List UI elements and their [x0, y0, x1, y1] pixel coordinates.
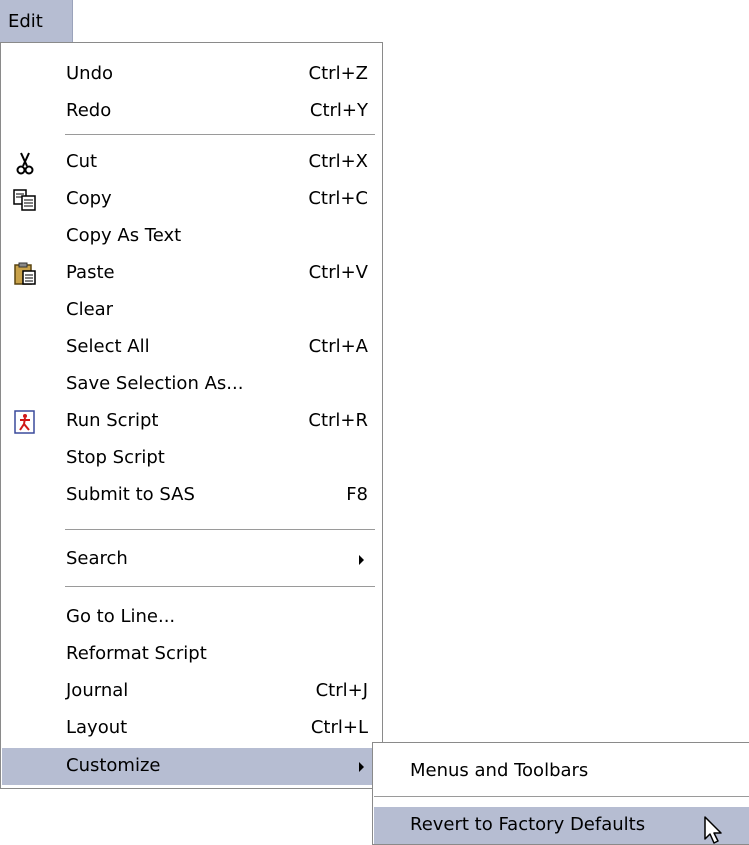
menu-item-label: Layout: [66, 717, 128, 738]
menu-item-shortcut: Ctrl+J: [315, 680, 368, 701]
paste-icon: [14, 262, 36, 285]
menu-item-run-script[interactable]: Run Script Ctrl+R: [2, 403, 381, 440]
menu-item-label: Clear: [66, 299, 114, 320]
menu-edit[interactable]: Edit: [0, 0, 73, 42]
menu-separator: [65, 529, 375, 531]
menu-item-reformat-script[interactable]: Reformat Script: [2, 636, 381, 673]
menu-item-copy-as-text[interactable]: Copy As Text: [2, 218, 381, 255]
menu-item-label: Customize: [66, 755, 161, 776]
menu-item-label: Go to Line...: [66, 606, 176, 627]
menu-item-shortcut: Ctrl+V: [308, 262, 368, 283]
menu-separator: [374, 796, 749, 798]
menu-item-journal[interactable]: Journal Ctrl+J: [2, 673, 381, 710]
menu-item-label: Stop Script: [66, 447, 165, 468]
menu-item-redo[interactable]: Redo Ctrl+Y: [2, 93, 381, 130]
menu-item-label: Select All: [66, 336, 150, 357]
menu-item-label: Cut: [66, 151, 98, 172]
menu-item-paste[interactable]: Paste Ctrl+V: [2, 255, 381, 292]
menu-item-shortcut: F8: [346, 484, 368, 505]
menu-item-shortcut: Ctrl+A: [308, 336, 368, 357]
menu-separator: [65, 586, 375, 588]
menu-item-label: Undo: [66, 63, 114, 84]
submenu-arrow-icon: [359, 555, 364, 565]
menu-item-label: Run Script: [66, 410, 159, 431]
menu-item-label: Save Selection As...: [66, 373, 244, 394]
submenu-item-label: Revert to Factory Defaults: [410, 814, 646, 835]
menu-item-label: Journal: [66, 680, 129, 701]
edit-menu: Undo Ctrl+Z Redo Ctrl+Y Cut Ctrl+X Copy …: [0, 42, 383, 789]
mouse-pointer-icon: [704, 816, 722, 844]
menu-item-undo[interactable]: Undo Ctrl+Z: [2, 56, 381, 93]
menu-separator: [65, 134, 375, 136]
menu-item-shortcut: Ctrl+Z: [308, 63, 368, 84]
menu-item-search[interactable]: Search: [2, 541, 381, 578]
menu-item-submit-to-sas[interactable]: Submit to SAS F8: [2, 477, 381, 514]
menu-item-go-to-line[interactable]: Go to Line...: [2, 599, 381, 636]
menu-item-stop-script[interactable]: Stop Script: [2, 440, 381, 477]
menu-item-label: Submit to SAS: [66, 484, 195, 505]
run-script-icon: [14, 410, 35, 434]
menu-edit-label: Edit: [8, 10, 43, 32]
customize-submenu: Menus and Toolbars Revert to Factory Def…: [372, 742, 749, 845]
menu-item-label: Paste: [66, 262, 115, 283]
menu-item-shortcut: Ctrl+C: [308, 188, 368, 209]
submenu-arrow-icon: [359, 762, 364, 772]
scissors-icon: [16, 152, 34, 175]
menu-item-clear[interactable]: Clear: [2, 292, 381, 329]
menu-item-customize[interactable]: Customize: [2, 748, 381, 785]
menu-item-select-all[interactable]: Select All Ctrl+A: [2, 329, 381, 366]
submenu-item-label: Menus and Toolbars: [410, 760, 589, 781]
menu-item-layout[interactable]: Layout Ctrl+L: [2, 710, 381, 747]
submenu-item-menus-and-toolbars[interactable]: Menus and Toolbars: [374, 753, 749, 790]
menu-item-shortcut: Ctrl+Y: [309, 100, 368, 121]
submenu-item-revert-to-factory-defaults[interactable]: Revert to Factory Defaults: [374, 807, 749, 844]
copy-icon: [13, 189, 36, 211]
menu-item-copy[interactable]: Copy Ctrl+C: [2, 181, 381, 218]
menu-item-label: Copy As Text: [66, 225, 182, 246]
menu-item-shortcut: Ctrl+R: [308, 410, 368, 431]
menu-item-label: Search: [66, 548, 128, 569]
menu-item-save-selection-as[interactable]: Save Selection As...: [2, 366, 381, 403]
menu-item-label: Redo: [66, 100, 112, 121]
menu-item-label: Copy: [66, 188, 112, 209]
menu-item-cut[interactable]: Cut Ctrl+X: [2, 144, 381, 181]
menu-item-shortcut: Ctrl+X: [308, 151, 368, 172]
menu-item-label: Reformat Script: [66, 643, 207, 664]
menu-item-shortcut: Ctrl+L: [310, 717, 368, 738]
